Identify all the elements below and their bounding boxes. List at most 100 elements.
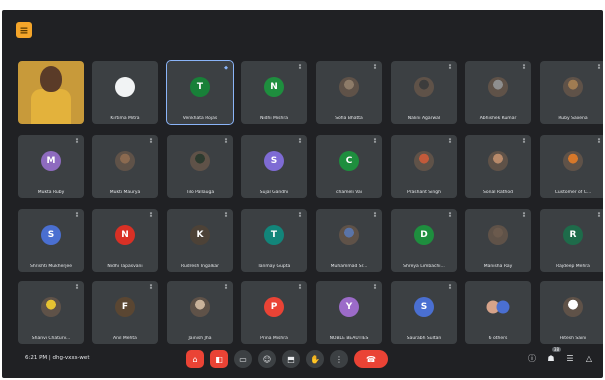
self-video-body — [31, 89, 71, 124]
mic-muted-icon: ⁑ — [149, 139, 153, 145]
avatar — [41, 297, 61, 317]
participant-name: Mukti Maurya — [109, 190, 141, 195]
avatar — [414, 77, 434, 97]
info-icon[interactable]: ⓘ — [526, 352, 538, 364]
participant-name: Jainish Jha — [188, 336, 212, 341]
avatar — [339, 77, 359, 97]
present-button[interactable]: ⬒ — [282, 350, 300, 368]
participant-tile[interactable]: Hitesh Saini — [540, 281, 603, 344]
participant-name: Customer of C... — [554, 190, 592, 195]
participant-tile[interactable]: ⁑ Sonal Rathod — [465, 135, 531, 198]
meeting-time-and-code: 6:21 PM | dhg-vxxs-wet — [25, 355, 90, 361]
mic-muted-icon: ⁑ — [298, 65, 302, 71]
avatar: S — [41, 225, 61, 245]
more-options-button[interactable]: ⋮ — [330, 350, 348, 368]
participant-tile[interactable]: ⁑ Manisha Ray — [465, 209, 531, 272]
participant-tile[interactable]: M ⁑ Mukta Ruby — [18, 135, 84, 198]
participant-tile[interactable]: P ⁑ Prina Mishra — [241, 281, 307, 344]
avatar — [488, 225, 508, 245]
participant-tile[interactable]: F ⁑ Anil Mehta — [92, 281, 158, 344]
speaking-indicator-icon: ◆ — [224, 65, 228, 71]
participant-name: Ruby Saxena — [558, 116, 588, 121]
participant-tile[interactable]: N ⁑ Nidhi Tapasvani — [92, 209, 158, 272]
participant-tile[interactable]: ⁑ Customer of C... — [540, 135, 603, 198]
participant-tile[interactable]: S ⁑ Saurabh Sultan — [391, 281, 457, 344]
participant-tile[interactable]: K ⁑ Rudresh Ingalkar — [167, 209, 233, 272]
avatar: M — [41, 151, 61, 171]
participant-name: Rajdeep Mehra — [556, 264, 590, 269]
avatar — [414, 151, 434, 171]
participant-tile[interactable]: Y ⁑ NOBLE BEAUTIES — [316, 281, 382, 344]
participant-name: Tilo Pallauga — [185, 190, 215, 195]
self-video-face — [40, 66, 62, 92]
mic-button[interactable]: ⌂ — [186, 350, 204, 368]
mic-muted-icon: ⁑ — [373, 213, 377, 219]
participant-tile[interactable]: T ◆ Venkhata Rojas — [166, 60, 234, 125]
participant-grid: Kirtima Mitra T ◆ Venkhata Rojas N ⁑ Nidhi Mis… — [18, 60, 603, 351]
avatar: S — [414, 297, 434, 317]
participant-tile[interactable]: ⁑ Mukti Maurya — [92, 135, 158, 198]
people-icon-glyph: ☗ — [547, 353, 555, 363]
self-video-tile[interactable] — [18, 61, 84, 124]
avatar: T — [190, 77, 210, 97]
mic-muted-icon: ⁑ — [149, 285, 153, 291]
leave-call-button[interactable]: ☎ — [354, 350, 388, 368]
participant-tile[interactable]: ⁑ Prashant Singh — [391, 135, 457, 198]
mic-muted-icon: ⁑ — [448, 213, 452, 219]
mic-muted-icon: ⁑ — [448, 65, 452, 71]
avatar — [190, 151, 210, 171]
chat-icon-glyph: ☰ — [566, 353, 574, 363]
participant-tile[interactable]: ⁑ Shanvi Chaturv... — [18, 281, 84, 344]
participant-tile[interactable]: D ⁑ Shreya Limbachi... — [391, 209, 457, 272]
avatar: F — [115, 297, 135, 317]
emoji-button[interactable]: ☺ — [258, 350, 276, 368]
participant-tile[interactable]: 6 others — [465, 281, 531, 344]
participant-tile[interactable]: T ⁑ Tanmay Gupta — [241, 209, 307, 272]
participant-name: Mukta Ruby — [37, 190, 65, 195]
people-icon[interactable]: ☗ 38 — [545, 347, 561, 364]
mic-muted-icon: ⁑ — [448, 139, 452, 145]
participant-tile[interactable]: N ⁑ Nidhi Mishra — [241, 61, 307, 124]
participant-name: Muhammad Sr... — [330, 264, 368, 269]
activities-icon-glyph: △ — [585, 353, 593, 363]
participant-tile[interactable]: ⁑ Abhishek Kumar — [465, 61, 531, 124]
mic-muted-icon: ⁑ — [298, 213, 302, 219]
participant-tile[interactable]: ⁑ Ruby Saxena — [540, 61, 603, 124]
avatar — [563, 297, 583, 317]
captions-button[interactable]: ▭ — [234, 350, 252, 368]
others-avatar-stack — [486, 300, 510, 314]
bottom-control-bar: 6:21 PM | dhg-vxxs-wet ⌂ ◧ ▭ ☺ ⬒ ✋ ⋮ ☎ ⓘ ☗ 38 ☰ △ — [2, 342, 603, 378]
participant-name: Kirtima Mitra — [110, 116, 140, 121]
avatar: T — [264, 225, 284, 245]
camera-button[interactable]: ◧ — [210, 350, 228, 368]
app-logo-icon: ≡ — [16, 22, 32, 38]
activities-icon[interactable]: △ — [583, 352, 595, 364]
mic-muted-icon: ⁑ — [75, 139, 79, 145]
participant-name: Hitesh Saini — [559, 336, 587, 341]
avatar: N — [264, 77, 284, 97]
mic-muted-icon: ⁑ — [373, 65, 377, 71]
raise-hand-button[interactable]: ✋ — [306, 350, 324, 368]
participant-tile[interactable]: ⁑ Nalini Agarwal — [391, 61, 457, 124]
participant-tile[interactable]: R ⁑ Rajdeep Mehra — [540, 209, 603, 272]
participant-tile[interactable]: ⁑ Jainish Jha — [167, 281, 233, 344]
mic-muted-icon: ⁑ — [597, 139, 601, 145]
participant-tile[interactable]: ⁑ Muhammad Sr... — [316, 209, 382, 272]
participant-tile[interactable]: S ⁑ Sujal Gandhi — [241, 135, 307, 198]
mic-muted-icon: ⁑ — [149, 213, 153, 219]
participant-tile[interactable]: Kirtima Mitra — [92, 61, 158, 124]
mic-muted-icon: ⁑ — [224, 213, 228, 219]
participant-name: Saurabh Sultan — [406, 336, 442, 341]
avatar — [563, 151, 583, 171]
avatar: C — [339, 151, 359, 171]
mic-muted-icon: ⁑ — [373, 139, 377, 145]
mic-muted-icon: ⁑ — [75, 213, 79, 219]
participant-name: Sonal Rathod — [483, 190, 513, 195]
participant-tile[interactable]: ⁑ Tilo Pallauga — [167, 135, 233, 198]
participant-tile[interactable]: S ⁑ Shrishti Mukherjee — [18, 209, 84, 272]
participant-name: Anil Mehta — [113, 336, 137, 341]
chat-icon[interactable]: ☰ — [564, 352, 576, 364]
mic-muted-icon: ⁑ — [522, 213, 526, 219]
participant-tile[interactable]: ⁑ Sofia Bhatta — [316, 61, 382, 124]
participant-tile[interactable]: C ⁑ chameli Vai — [316, 135, 382, 198]
